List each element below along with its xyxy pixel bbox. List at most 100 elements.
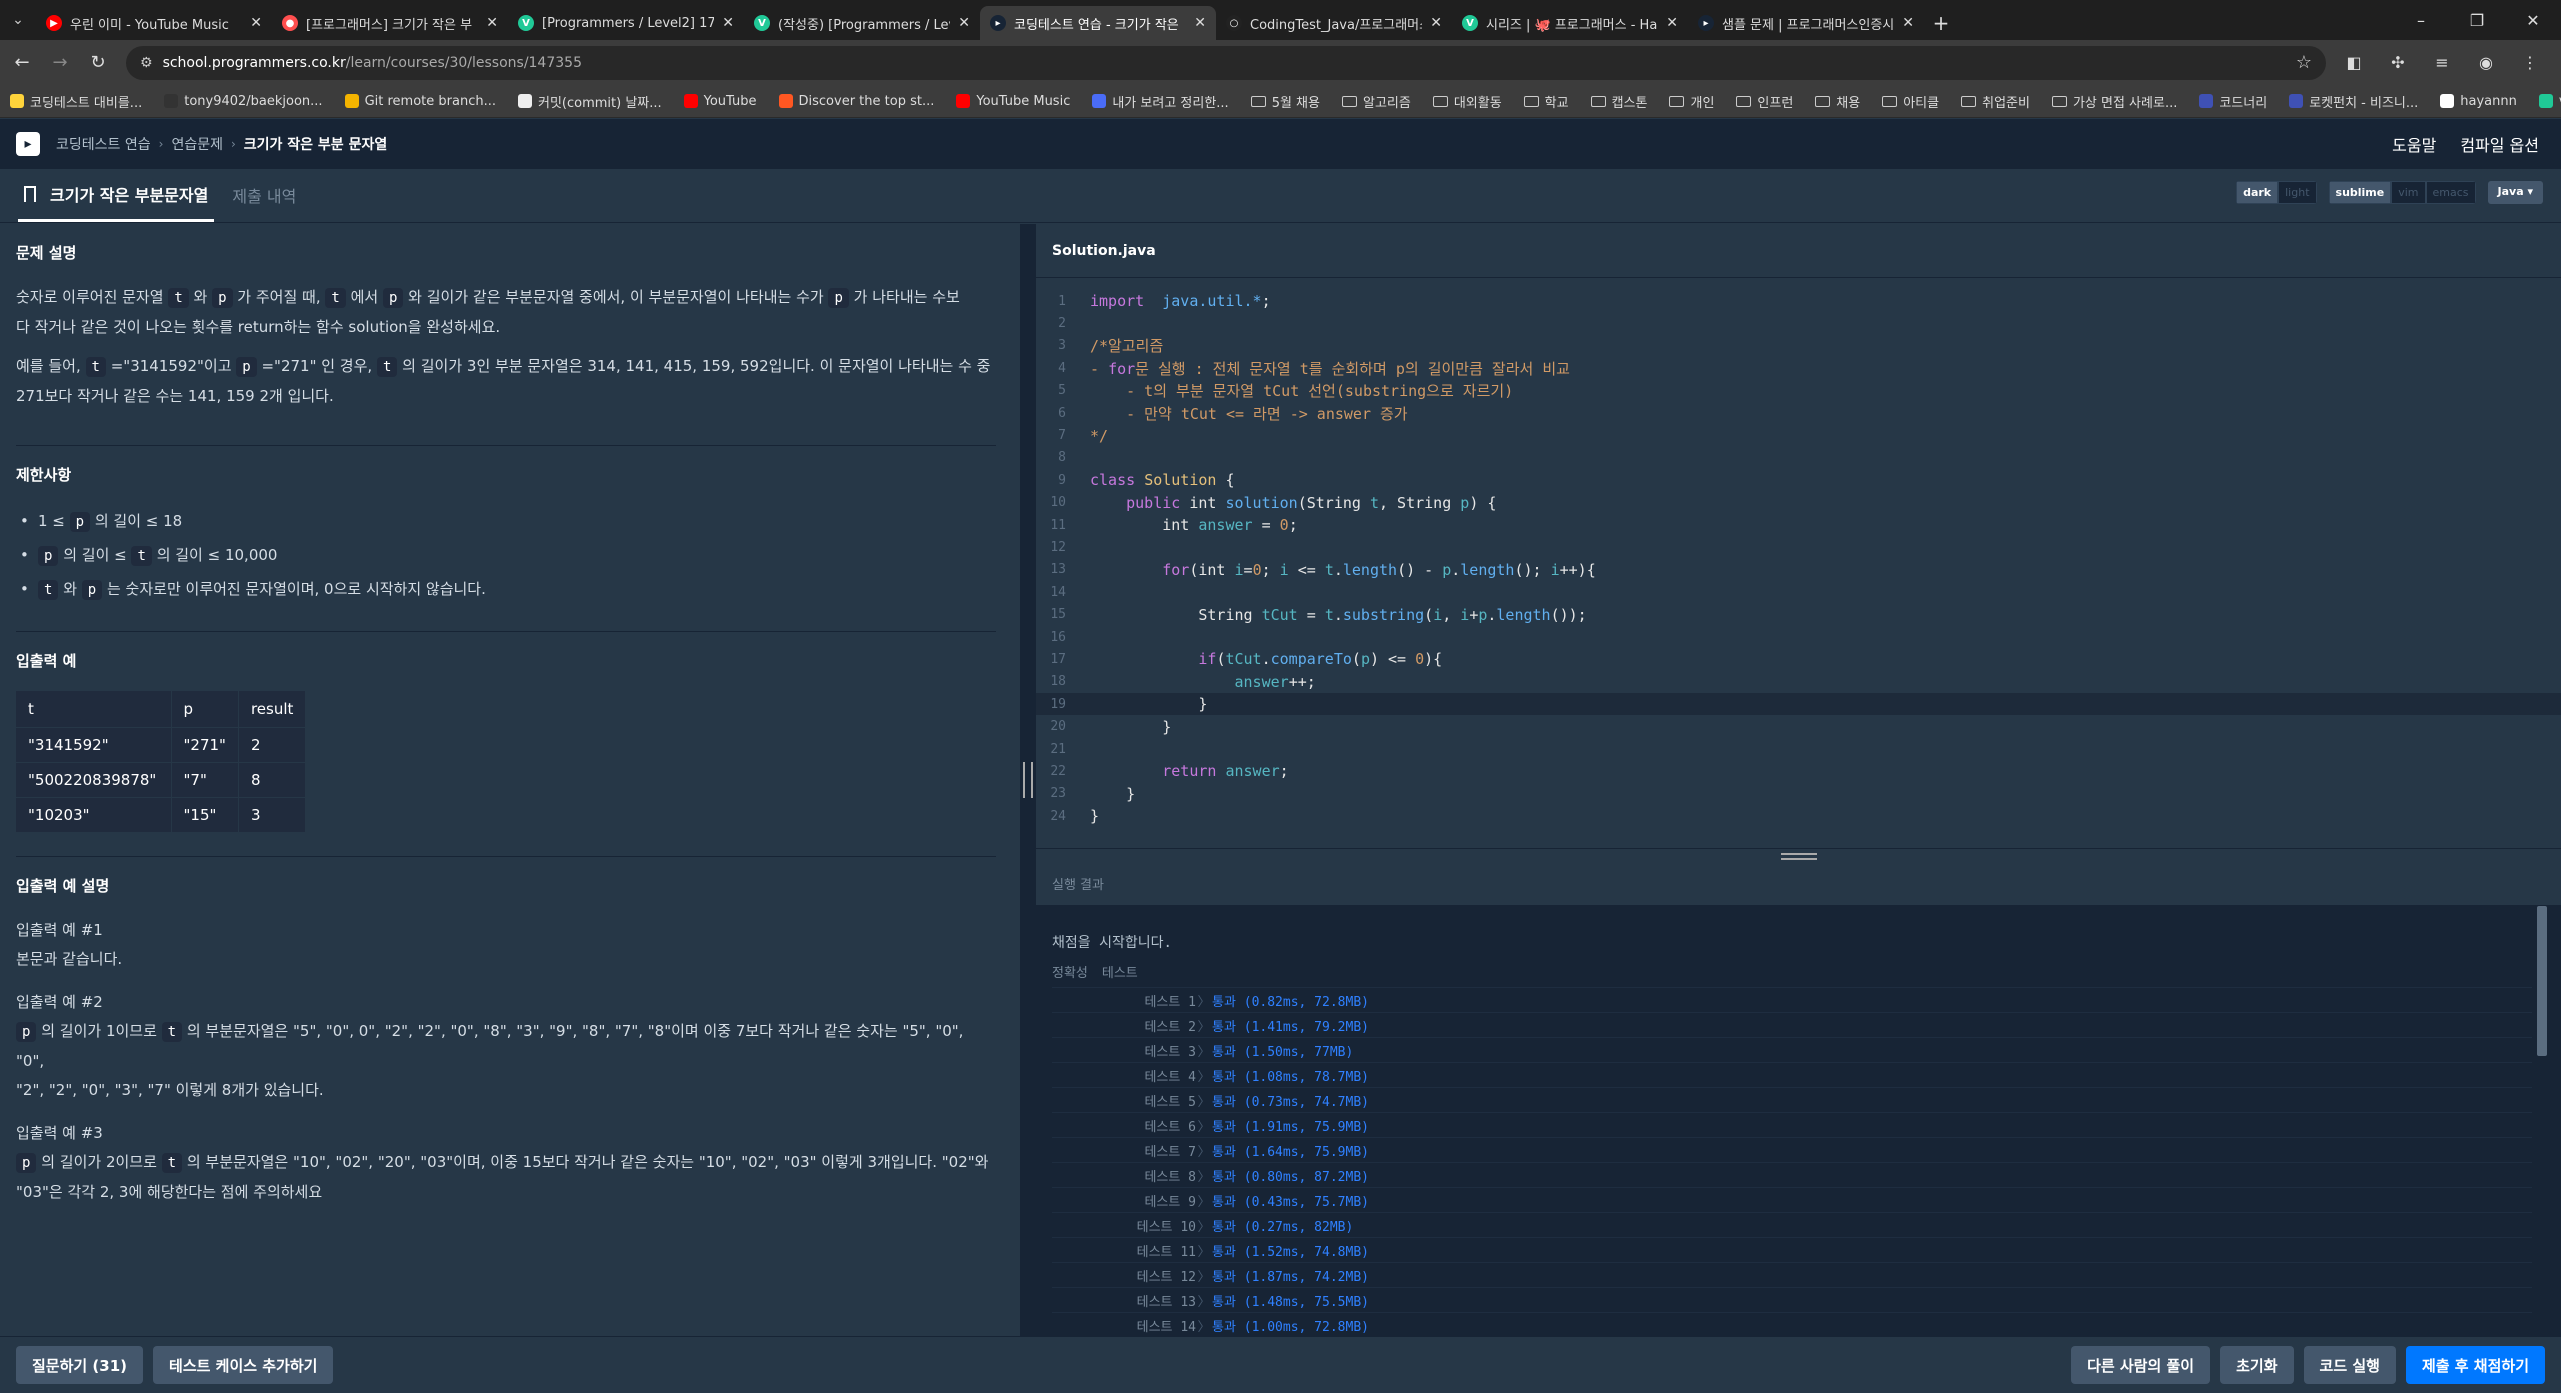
forward-icon[interactable]: → bbox=[44, 47, 76, 79]
ask-question-button[interactable]: 질문하기 (31) bbox=[16, 1346, 144, 1384]
profile-avatar[interactable]: ◉ bbox=[2470, 47, 2502, 79]
restore-icon[interactable]: ❐ bbox=[2449, 0, 2505, 40]
theme-light[interactable]: light bbox=[2278, 181, 2317, 204]
test-result-row: 테스트 2 〉 통과 (1.41ms, 79.2MB) bbox=[1052, 1012, 2532, 1037]
separator: 〉 bbox=[1197, 1094, 1211, 1110]
reset-button[interactable]: 초기화 bbox=[2220, 1346, 2294, 1384]
others-solutions-button[interactable]: 다른 사람의 풀이 bbox=[2071, 1346, 2211, 1384]
bookmark-folder[interactable]: 인프런 bbox=[1736, 92, 1793, 111]
bookmark-folder[interactable]: 채용 bbox=[1815, 92, 1860, 111]
minimize-icon[interactable]: – bbox=[2393, 0, 2449, 40]
tab-favicon-icon: V bbox=[1462, 15, 1478, 31]
line-number: 21 bbox=[1050, 741, 1066, 757]
breadcrumb-coding-test[interactable]: 코딩테스트 연습 bbox=[56, 134, 151, 154]
bookmark-item[interactable]: 코드너리 bbox=[2199, 92, 2267, 111]
browser-menu-icon[interactable]: ⋮ bbox=[2514, 47, 2546, 79]
bookmark-folder[interactable]: 알고리즘 bbox=[1341, 92, 1411, 111]
tab-favicon-icon: ▸ bbox=[1698, 15, 1714, 31]
help-link[interactable]: 도움말 bbox=[2392, 132, 2436, 156]
run-code-button[interactable]: 코드 실행 bbox=[2303, 1346, 2396, 1384]
bookmark-folder[interactable]: 학교 bbox=[1523, 92, 1569, 111]
close-window-icon[interactable]: ✕ bbox=[2505, 0, 2561, 40]
programmers-logo[interactable]: ▸ bbox=[16, 132, 40, 156]
bookmark-item[interactable]: 커밋(commit) 날짜... bbox=[517, 92, 662, 111]
bookmark-item[interactable]: Git remote branch... bbox=[344, 94, 496, 109]
browser-tab-bar: ⌄ ▶ 우린 이미 - YouTube Music ✕ ● [프로그래머스] 크기가 작… bbox=[0, 0, 2561, 40]
bookmark-folder[interactable]: 아티클 bbox=[1882, 92, 1939, 111]
browser-tab[interactable]: ● [프로그래머스] 크기가 작은 부 ✕ bbox=[272, 6, 508, 40]
keymap-emacs[interactable]: emacs bbox=[2425, 181, 2476, 204]
code-line: 12 bbox=[1036, 536, 2561, 558]
bookmark-folder[interactable]: 개인 bbox=[1669, 92, 1714, 111]
close-tab-icon[interactable]: ✕ bbox=[1194, 15, 1206, 31]
bookmark-item[interactable]: tony9402/baekjoon... bbox=[164, 94, 323, 109]
browser-tab[interactable]: ▸ 코딩테스트 연습 - 크기가 작은 ✕ bbox=[980, 6, 1216, 40]
drag-handle-icon[interactable] bbox=[1023, 762, 1033, 798]
grading-start-text: 채점을 시작합니다. bbox=[1052, 935, 1172, 951]
bookmark-folder[interactable]: 5월 채용 bbox=[1250, 92, 1320, 111]
extensions-puzzle-icon[interactable]: ✣ bbox=[2382, 47, 2414, 79]
bookmark-item[interactable]: 코딩테스트 대비를... bbox=[10, 92, 142, 111]
pane-splitter[interactable] bbox=[1020, 224, 1036, 1336]
extension-icon[interactable]: ◧ bbox=[2338, 47, 2370, 79]
table-row: "10203" "15" 3 bbox=[16, 797, 306, 832]
add-test-case-button[interactable]: 테스트 케이스 추가하기 bbox=[153, 1346, 334, 1384]
submit-button[interactable]: 제출 후 채점하기 bbox=[2405, 1346, 2545, 1384]
test-result-list: 테스트 1 〉 통과 (0.82ms, 72.8MB) 테스트 2 〉 통과 (1.41m… bbox=[1052, 987, 2545, 1336]
browser-tab[interactable]: ▸ 샘플 문제 | 프로그래머스인증시 ✕ bbox=[1688, 6, 1924, 40]
keymap-vim[interactable]: vim bbox=[2391, 181, 2426, 204]
keymap-sublime[interactable]: sublime bbox=[2328, 181, 2392, 204]
bookmark-item[interactable]: Discover the top st... bbox=[778, 94, 934, 109]
result-splitter[interactable] bbox=[1036, 848, 2561, 862]
keymap-toggle: sublime vim emacs bbox=[2328, 181, 2476, 204]
code-line: 18 answer++; bbox=[1036, 671, 2561, 693]
result-scrollbar[interactable] bbox=[2537, 906, 2547, 1056]
close-tab-icon[interactable]: ✕ bbox=[1666, 15, 1678, 31]
language-select[interactable]: Java ▾ bbox=[2487, 181, 2543, 204]
compile-options-link[interactable]: 컴파일 옵션 bbox=[2460, 132, 2539, 156]
new-tab-button[interactable]: + bbox=[1924, 6, 1958, 40]
browser-tab[interactable]: ○ CodingTest_Java/프로그래머스 ✕ bbox=[1216, 6, 1452, 40]
bookmark-item[interactable]: 내가 보려고 정리한... bbox=[1092, 92, 1229, 111]
close-tab-icon[interactable]: ✕ bbox=[486, 15, 498, 31]
site-info-icon[interactable]: ⚙ bbox=[140, 55, 153, 71]
address-bar[interactable]: ⚙ school.programmers.co.kr/learn/courses… bbox=[126, 45, 2326, 80]
media-icon[interactable]: ≡ bbox=[2426, 47, 2458, 79]
tab-search-icon[interactable]: ⌄ bbox=[0, 0, 36, 40]
close-tab-icon[interactable]: ✕ bbox=[250, 15, 262, 31]
close-tab-icon[interactable]: ✕ bbox=[1902, 15, 1914, 31]
tab-submissions[interactable]: 제출 내역 bbox=[226, 168, 302, 222]
close-tab-icon[interactable]: ✕ bbox=[1430, 15, 1442, 31]
bookmark-folder[interactable]: 가상 면접 사례로... bbox=[2051, 92, 2177, 111]
close-tab-icon[interactable]: ✕ bbox=[958, 15, 970, 31]
code-line: 24} bbox=[1036, 805, 2561, 827]
bookmark-item[interactable]: hayannn bbox=[2440, 94, 2517, 109]
theme-dark[interactable]: dark bbox=[2236, 181, 2279, 204]
browser-tab[interactable]: V [Programmers / Level2] 17887 ✕ bbox=[508, 6, 744, 40]
bookmark-label: 로켓펀치 - 비즈니... bbox=[2309, 95, 2419, 111]
bookmark-item[interactable]: YouTube Music bbox=[956, 94, 1070, 109]
browser-tab[interactable]: ▶ 우린 이미 - YouTube Music ✕ bbox=[36, 6, 272, 40]
back-icon[interactable]: ← bbox=[6, 47, 38, 79]
bookmark-folder[interactable]: 취업준비 bbox=[1961, 92, 2030, 111]
bookmark-folder[interactable]: 대외활동 bbox=[1432, 92, 1502, 111]
close-tab-icon[interactable]: ✕ bbox=[722, 15, 734, 31]
bookmark-folder[interactable]: 캡스톤 bbox=[1590, 92, 1647, 111]
browser-tab[interactable]: V 시리즈 | 🐙 프로그래머스 - Ha ✕ bbox=[1452, 6, 1688, 40]
browser-tab[interactable]: V (작성중) [Programmers / Level ✕ bbox=[744, 6, 980, 40]
line-number: 14 bbox=[1050, 584, 1066, 600]
reload-icon[interactable]: ↻ bbox=[82, 47, 114, 79]
bookmark-star-icon[interactable]: ☆ bbox=[2296, 52, 2312, 73]
bookmark-favicon-icon bbox=[164, 94, 179, 108]
folder-icon bbox=[2051, 95, 2067, 107]
bookmark-item[interactable]: velog bbox=[2538, 94, 2561, 109]
code-editor[interactable]: 1 import java.util.*; 2 3/*알고리즘 4- for문 실행 :… bbox=[1036, 290, 2561, 836]
breadcrumb-practice[interactable]: 연습문제 bbox=[171, 134, 223, 154]
bookmark-icon[interactable] bbox=[24, 185, 36, 202]
bookmark-item[interactable]: 로켓펀치 - 비즈니... bbox=[2289, 92, 2418, 111]
tab-problem[interactable]: 크기가 작은 부분문자열 bbox=[18, 168, 215, 222]
line-text: - 만약 tCut <= 라면 -> answer 증가 bbox=[1090, 404, 1408, 423]
drag-handle-icon[interactable] bbox=[1781, 853, 1817, 860]
bookmark-item[interactable]: YouTube bbox=[683, 94, 757, 109]
line-number: 5 bbox=[1058, 383, 1066, 399]
